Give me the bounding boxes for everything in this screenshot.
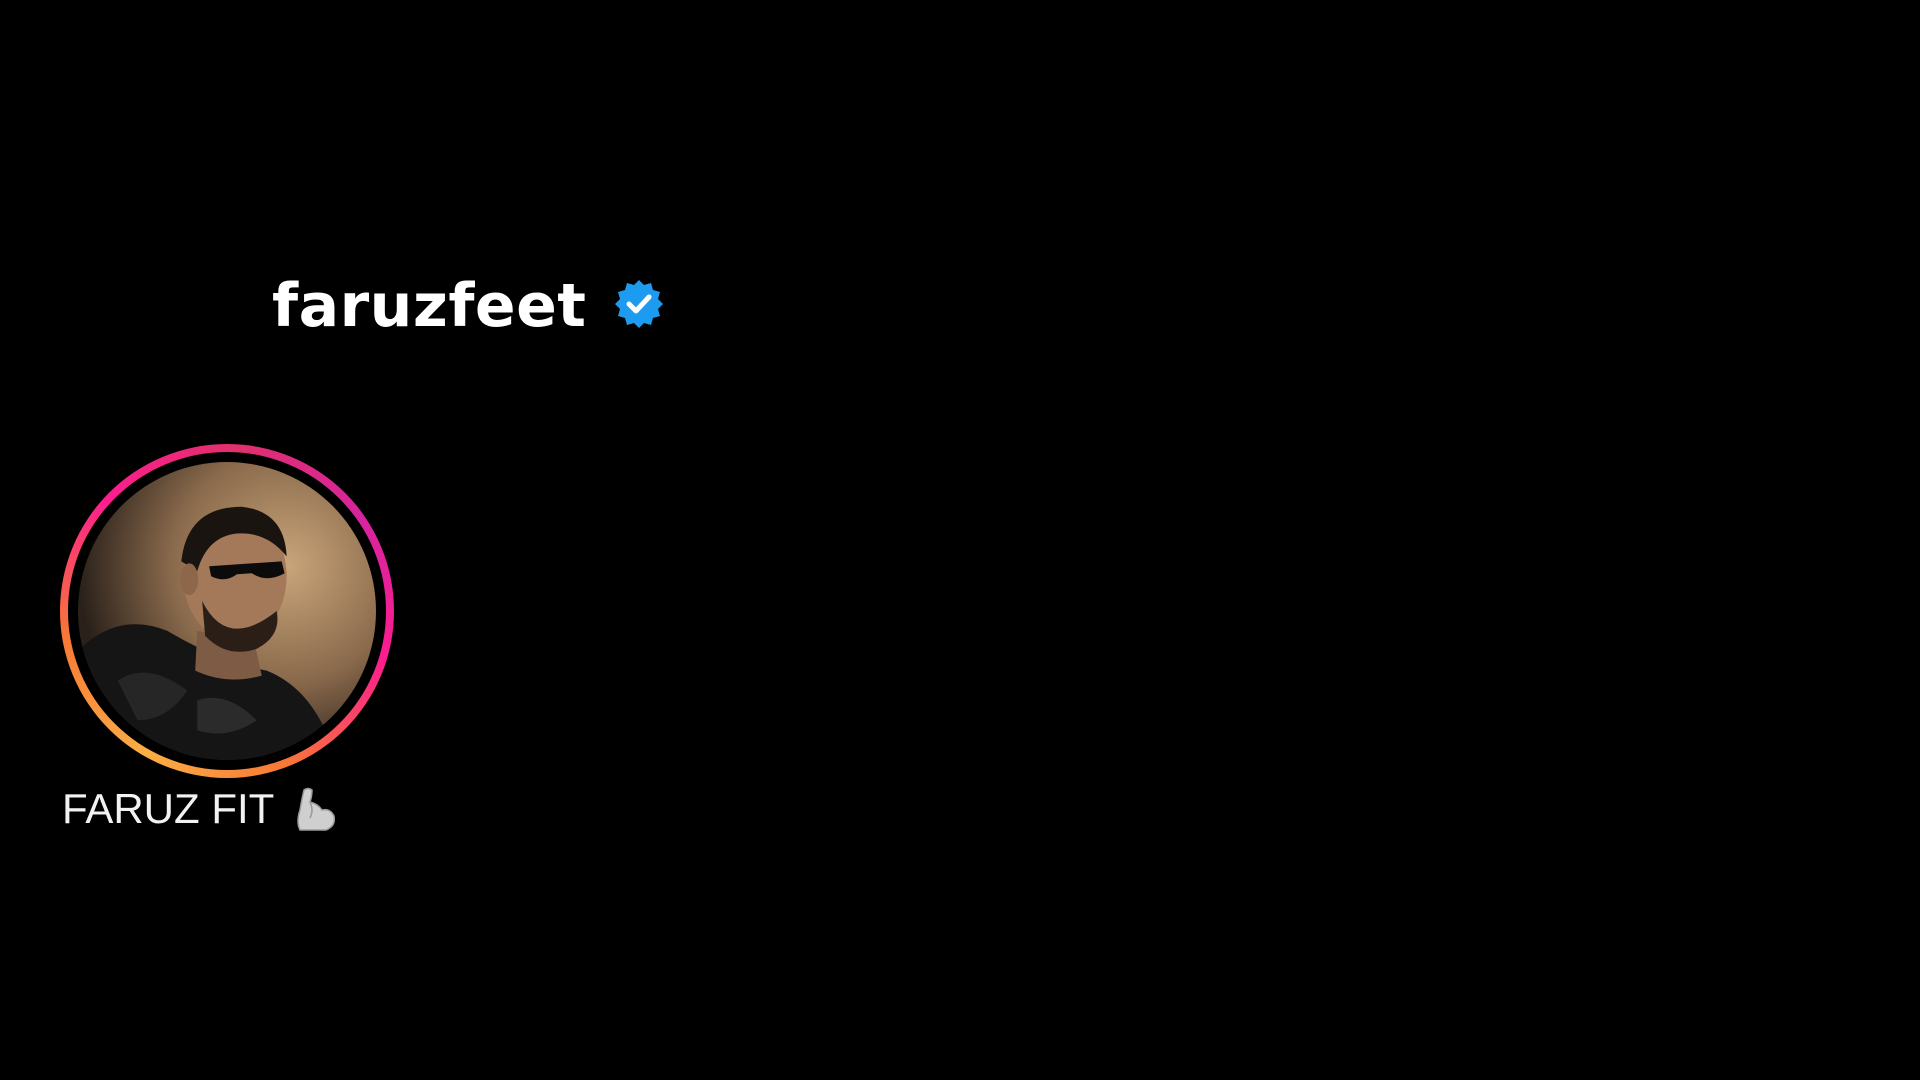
story-highlight[interactable] [60, 444, 394, 778]
username[interactable]: faruzfeet [272, 276, 587, 336]
avatar [78, 462, 376, 760]
verified-badge-icon [613, 278, 665, 330]
story-highlight-label: FARUZ FIT [62, 784, 338, 834]
avatar-gap [68, 452, 386, 770]
story-label-text: FARUZ FIT [62, 785, 275, 832]
profile-header: faruzfeet [272, 276, 665, 336]
flexed-biceps-icon [288, 784, 338, 834]
